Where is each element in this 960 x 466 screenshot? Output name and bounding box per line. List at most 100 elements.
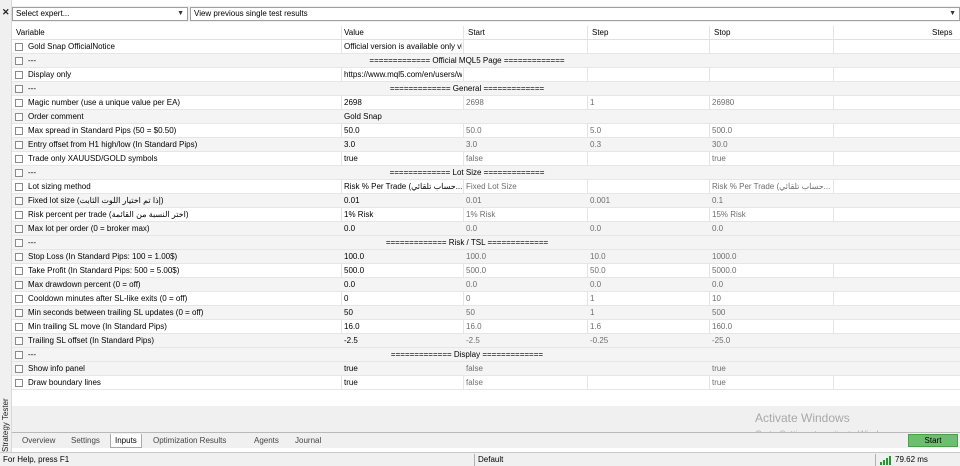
column-header-steps[interactable]: Steps: [932, 28, 952, 37]
optimize-checkbox[interactable]: [15, 337, 23, 345]
optimize-checkbox[interactable]: [15, 309, 23, 317]
close-icon[interactable]: ✕: [2, 8, 10, 17]
step-cell[interactable]: 1: [590, 308, 706, 318]
start-cell[interactable]: Fixed Lot Size: [466, 182, 584, 192]
input-row[interactable]: Max drawdown percent (0 = off) 0.0 0.0 0.0 0…: [12, 278, 960, 292]
column-header-start[interactable]: Start: [468, 28, 485, 37]
start-cell[interactable]: 50.0: [466, 126, 584, 136]
value-cell[interactable]: true: [344, 364, 462, 374]
column-header-variable[interactable]: Variable: [16, 28, 45, 37]
tab-overview[interactable]: Overview: [18, 434, 59, 448]
stop-cell[interactable]: 1000.0: [712, 252, 834, 262]
input-row[interactable]: Entry offset from H1 high/low (In Standa…: [12, 138, 960, 152]
value-cell[interactable]: https://www.mql5.com/en/users/walter2008…: [344, 70, 462, 80]
step-cell[interactable]: 0.3: [590, 140, 706, 150]
optimize-checkbox[interactable]: [15, 365, 23, 373]
start-cell[interactable]: 1% Risk: [466, 210, 584, 220]
input-row[interactable]: Trailing SL offset (In Standard Pips) -2.…: [12, 334, 960, 348]
step-cell[interactable]: -0.25: [590, 336, 706, 346]
tab-agents[interactable]: Agents: [250, 434, 283, 448]
stop-cell[interactable]: true: [712, 154, 834, 164]
start-cell[interactable]: 100.0: [466, 252, 584, 262]
stop-cell[interactable]: 15% Risk: [712, 210, 834, 220]
step-cell[interactable]: 50.0: [590, 266, 706, 276]
optimize-checkbox[interactable]: [15, 43, 23, 51]
optimize-checkbox[interactable]: [15, 253, 23, 261]
optimize-checkbox[interactable]: [15, 183, 23, 191]
stop-cell[interactable]: 30.0: [712, 140, 834, 150]
column-header-value[interactable]: Value: [344, 28, 364, 37]
input-row[interactable]: Fixed lot size (إذا تم اختيار اللوت الثا…: [12, 194, 960, 208]
stop-cell[interactable]: 0.0: [712, 224, 834, 234]
value-cell[interactable]: 0.01: [344, 196, 462, 206]
input-row[interactable]: Max lot per order (0 = broker max) 0.0 0.0…: [12, 222, 960, 236]
stop-cell[interactable]: 0.1: [712, 196, 834, 206]
value-cell[interactable]: 50.0: [344, 126, 462, 136]
value-cell[interactable]: Gold Snap: [344, 112, 462, 122]
step-cell[interactable]: 10.0: [590, 252, 706, 262]
tab-settings[interactable]: Settings: [67, 434, 104, 448]
group-separator-row[interactable]: --- ============= Official MQL5 Page ====…: [12, 54, 960, 68]
start-cell[interactable]: 16.0: [466, 322, 584, 332]
start-cell[interactable]: 0: [466, 294, 584, 304]
value-cell[interactable]: 3.0: [344, 140, 462, 150]
start-cell[interactable]: 0.0: [466, 280, 584, 290]
optimize-checkbox[interactable]: [15, 211, 23, 219]
optimize-checkbox[interactable]: [15, 113, 23, 121]
group-separator-row[interactable]: --- ============= Risk / TSL ============…: [12, 236, 960, 250]
input-row[interactable]: Trade only XAUUSD/GOLD symbols true false t…: [12, 152, 960, 166]
step-cell[interactable]: 0.0: [590, 280, 706, 290]
tab-journal[interactable]: Journal: [291, 434, 325, 448]
input-row[interactable]: Stop Loss (In Standard Pips: 100 = 1.00$…: [12, 250, 960, 264]
value-cell[interactable]: Official version is available only via M…: [344, 42, 462, 52]
step-cell[interactable]: 1: [590, 98, 706, 108]
optimize-checkbox[interactable]: [15, 351, 23, 359]
value-cell[interactable]: true: [344, 154, 462, 164]
stop-cell[interactable]: 500: [712, 308, 834, 318]
optimize-checkbox[interactable]: [15, 99, 23, 107]
value-cell[interactable]: 500.0: [344, 266, 462, 276]
start-cell[interactable]: 2698: [466, 98, 584, 108]
input-row[interactable]: Min trailing SL move (In Standard Pips) 1…: [12, 320, 960, 334]
optimize-checkbox[interactable]: [15, 197, 23, 205]
stop-cell[interactable]: 160.0: [712, 322, 834, 332]
value-cell[interactable]: true: [344, 378, 462, 388]
value-cell[interactable]: Risk % Per Trade (حساب تلقائي...: [344, 182, 462, 192]
stop-cell[interactable]: 0.0: [712, 280, 834, 290]
start-cell[interactable]: 3.0: [466, 140, 584, 150]
step-cell[interactable]: 5.0: [590, 126, 706, 136]
input-row[interactable]: Risk percent per trade (اختر النسبة من ا…: [12, 208, 960, 222]
optimize-checkbox[interactable]: [15, 127, 23, 135]
group-separator-row[interactable]: --- ============= General =============: [12, 82, 960, 96]
optimize-checkbox[interactable]: [15, 267, 23, 275]
input-row[interactable]: Cooldown minutes after SL-like exits (0 …: [12, 292, 960, 306]
input-row[interactable]: Order comment Gold Snap: [12, 110, 960, 124]
stop-cell[interactable]: true: [712, 378, 834, 388]
column-header-stop[interactable]: Stop: [714, 28, 730, 37]
input-row[interactable]: Take Profit (In Standard Pips: 500 = 5.0…: [12, 264, 960, 278]
optimize-checkbox[interactable]: [15, 85, 23, 93]
start-cell[interactable]: 0.0: [466, 224, 584, 234]
group-separator-row[interactable]: --- ============= Display =============: [12, 348, 960, 362]
input-row[interactable]: Lot sizing method Risk % Per Trade (حساب …: [12, 180, 960, 194]
optimize-checkbox[interactable]: [15, 169, 23, 177]
start-cell[interactable]: 500.0: [466, 266, 584, 276]
input-row[interactable]: Min seconds between trailing SL updates …: [12, 306, 960, 320]
step-cell[interactable]: 0.001: [590, 196, 706, 206]
input-row[interactable]: Max spread in Standard Pips (50 = $0.50)…: [12, 124, 960, 138]
stop-cell[interactable]: 10: [712, 294, 834, 304]
optimize-checkbox[interactable]: [15, 71, 23, 79]
start-button[interactable]: Start: [908, 434, 958, 447]
expert-select[interactable]: Select expert... ▼: [12, 7, 188, 21]
optimize-checkbox[interactable]: [15, 155, 23, 163]
step-cell[interactable]: 1.6: [590, 322, 706, 332]
start-cell[interactable]: 50: [466, 308, 584, 318]
input-row[interactable]: Gold Snap OfficialNotice Official version…: [12, 40, 960, 54]
start-cell[interactable]: -2.5: [466, 336, 584, 346]
results-select[interactable]: View previous single test results ▼: [190, 7, 960, 21]
start-cell[interactable]: 0.01: [466, 196, 584, 206]
value-cell[interactable]: 2698: [344, 98, 462, 108]
optimize-checkbox[interactable]: [15, 379, 23, 387]
value-cell[interactable]: 100.0: [344, 252, 462, 262]
stop-cell[interactable]: Risk % Per Trade (حساب تلقائي...: [712, 182, 834, 192]
